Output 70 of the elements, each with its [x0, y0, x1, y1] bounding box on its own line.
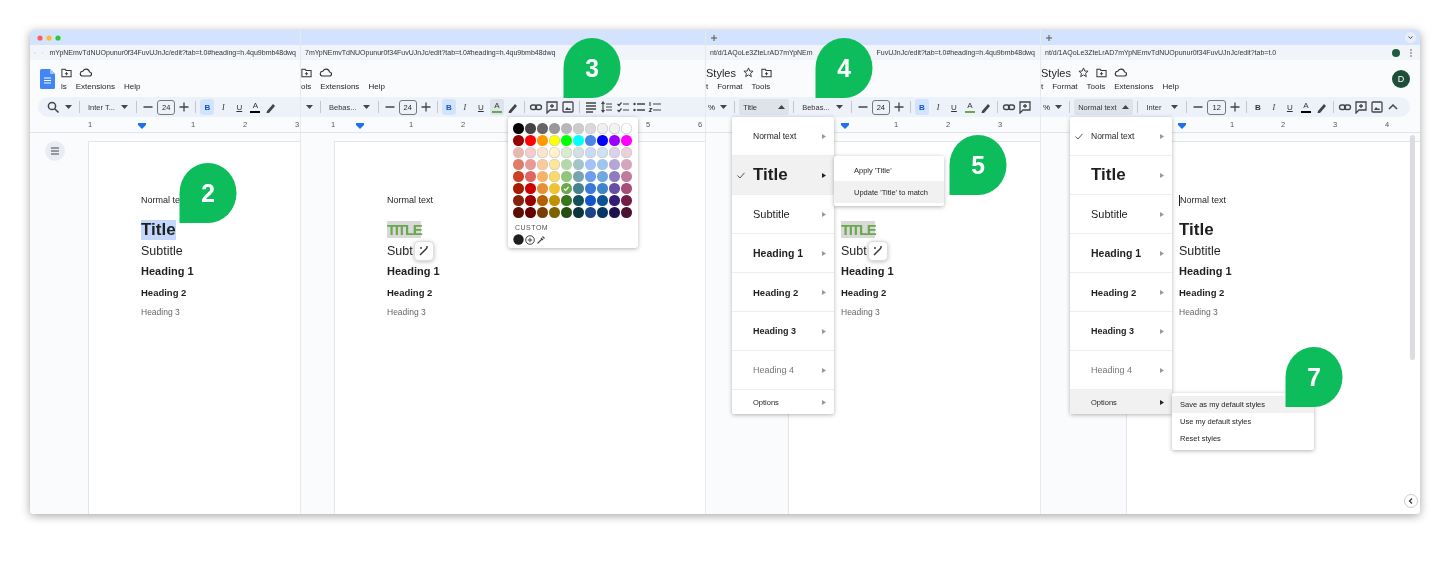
document-text: Subtitle: [141, 243, 183, 258]
menu-item[interactable]: ls: [61, 81, 67, 91]
document-text: Heading 2: [141, 287, 187, 298]
menu-item[interactable]: Extensions: [75, 81, 115, 91]
document-text: Heading 1: [387, 265, 440, 277]
underline-button[interactable]: U: [947, 99, 961, 115]
italic-button[interactable]: I: [457, 99, 472, 115]
zoom-level[interactable]: %: [708, 102, 716, 112]
menu-item[interactable]: t: [706, 81, 709, 91]
menu-item[interactable]: Tools: [751, 81, 771, 91]
bold-button[interactable]: B: [200, 99, 215, 115]
document-text: Heading 2: [387, 287, 433, 298]
italic-button[interactable]: I: [1266, 99, 1281, 115]
style-menu-item[interactable]: Heading 1: [732, 234, 834, 273]
underline-button[interactable]: U: [473, 99, 488, 115]
document-text: Subt: [387, 243, 413, 258]
text-color-button[interactable]: A: [963, 99, 977, 115]
document-text: Heading 1: [1179, 265, 1232, 277]
style-menu-item[interactable]: Heading 3: [732, 312, 834, 351]
text-color-button[interactable]: A: [1298, 99, 1313, 115]
document-text: Normal text: [1180, 195, 1226, 205]
menu-item[interactable]: Extensions: [320, 81, 360, 91]
document-text: Subtitle: [1179, 243, 1221, 258]
style-menu-item[interactable]: Heading 4: [732, 351, 834, 390]
italic-button[interactable]: I: [216, 99, 231, 115]
document-title[interactable]: Styles: [706, 66, 736, 79]
document-text: Heading 2: [841, 287, 887, 298]
text-color-button[interactable]: A: [248, 99, 263, 115]
menu-item[interactable]: Help: [123, 81, 141, 91]
style-menu-item[interactable]: Title: [732, 156, 834, 195]
bold-button[interactable]: B: [915, 99, 929, 115]
document-text: Normal text: [387, 195, 433, 205]
document-text: Heading 3: [1179, 307, 1218, 317]
style-menu-item[interactable]: Heading 2: [732, 273, 834, 312]
document-text: Normal te: [141, 195, 180, 205]
menu-item[interactable]: t: [1041, 81, 1044, 91]
menu-item[interactable]: ols: [301, 81, 312, 91]
bold-button[interactable]: B: [441, 99, 456, 115]
document-text: TITLE: [387, 221, 422, 238]
menu-item[interactable]: Extensions: [1114, 81, 1154, 91]
menu-item[interactable]: Tools: [1086, 81, 1106, 91]
document-text: Heading 1: [841, 265, 894, 277]
style-menu-item[interactable]: Title: [1070, 156, 1172, 195]
document-text: Heading 3: [141, 307, 180, 317]
avatar[interactable]: D: [1392, 69, 1410, 88]
underline-button[interactable]: U: [1282, 99, 1297, 115]
document-text: Heading 1: [141, 265, 194, 277]
menu-item[interactable]: Format: [1052, 81, 1078, 91]
style-menu-item[interactable]: Normal text: [1070, 117, 1172, 156]
zoom-level[interactable]: %: [1043, 102, 1051, 112]
menu-item[interactable]: Format: [717, 81, 743, 91]
style-menu-item[interactable]: Subtitle: [1070, 195, 1172, 234]
document-text: TITLE: [841, 221, 876, 238]
style-menu-item[interactable]: Heading 2: [1070, 273, 1172, 312]
document-title[interactable]: Styles: [1041, 66, 1071, 79]
document-text: Title: [1179, 219, 1214, 240]
style-menu-item[interactable]: Heading 1: [1070, 234, 1172, 273]
bold-button[interactable]: B: [1250, 99, 1265, 115]
document-text: Heading 3: [841, 307, 880, 317]
menu-item[interactable]: Help: [1162, 81, 1179, 91]
document-text: Heading 3: [387, 307, 426, 317]
document-text: Heading 2: [1179, 287, 1225, 298]
menu-item[interactable]: Help: [368, 81, 385, 91]
style-menu-item[interactable]: Subtitle: [732, 195, 834, 234]
text-color-button[interactable]: A: [489, 99, 504, 115]
document-text: Subt: [841, 243, 867, 258]
document-text: Title: [141, 219, 176, 240]
style-menu-item[interactable]: Heading 3: [1070, 312, 1172, 351]
italic-button[interactable]: I: [931, 99, 945, 115]
underline-button[interactable]: U: [232, 99, 247, 115]
